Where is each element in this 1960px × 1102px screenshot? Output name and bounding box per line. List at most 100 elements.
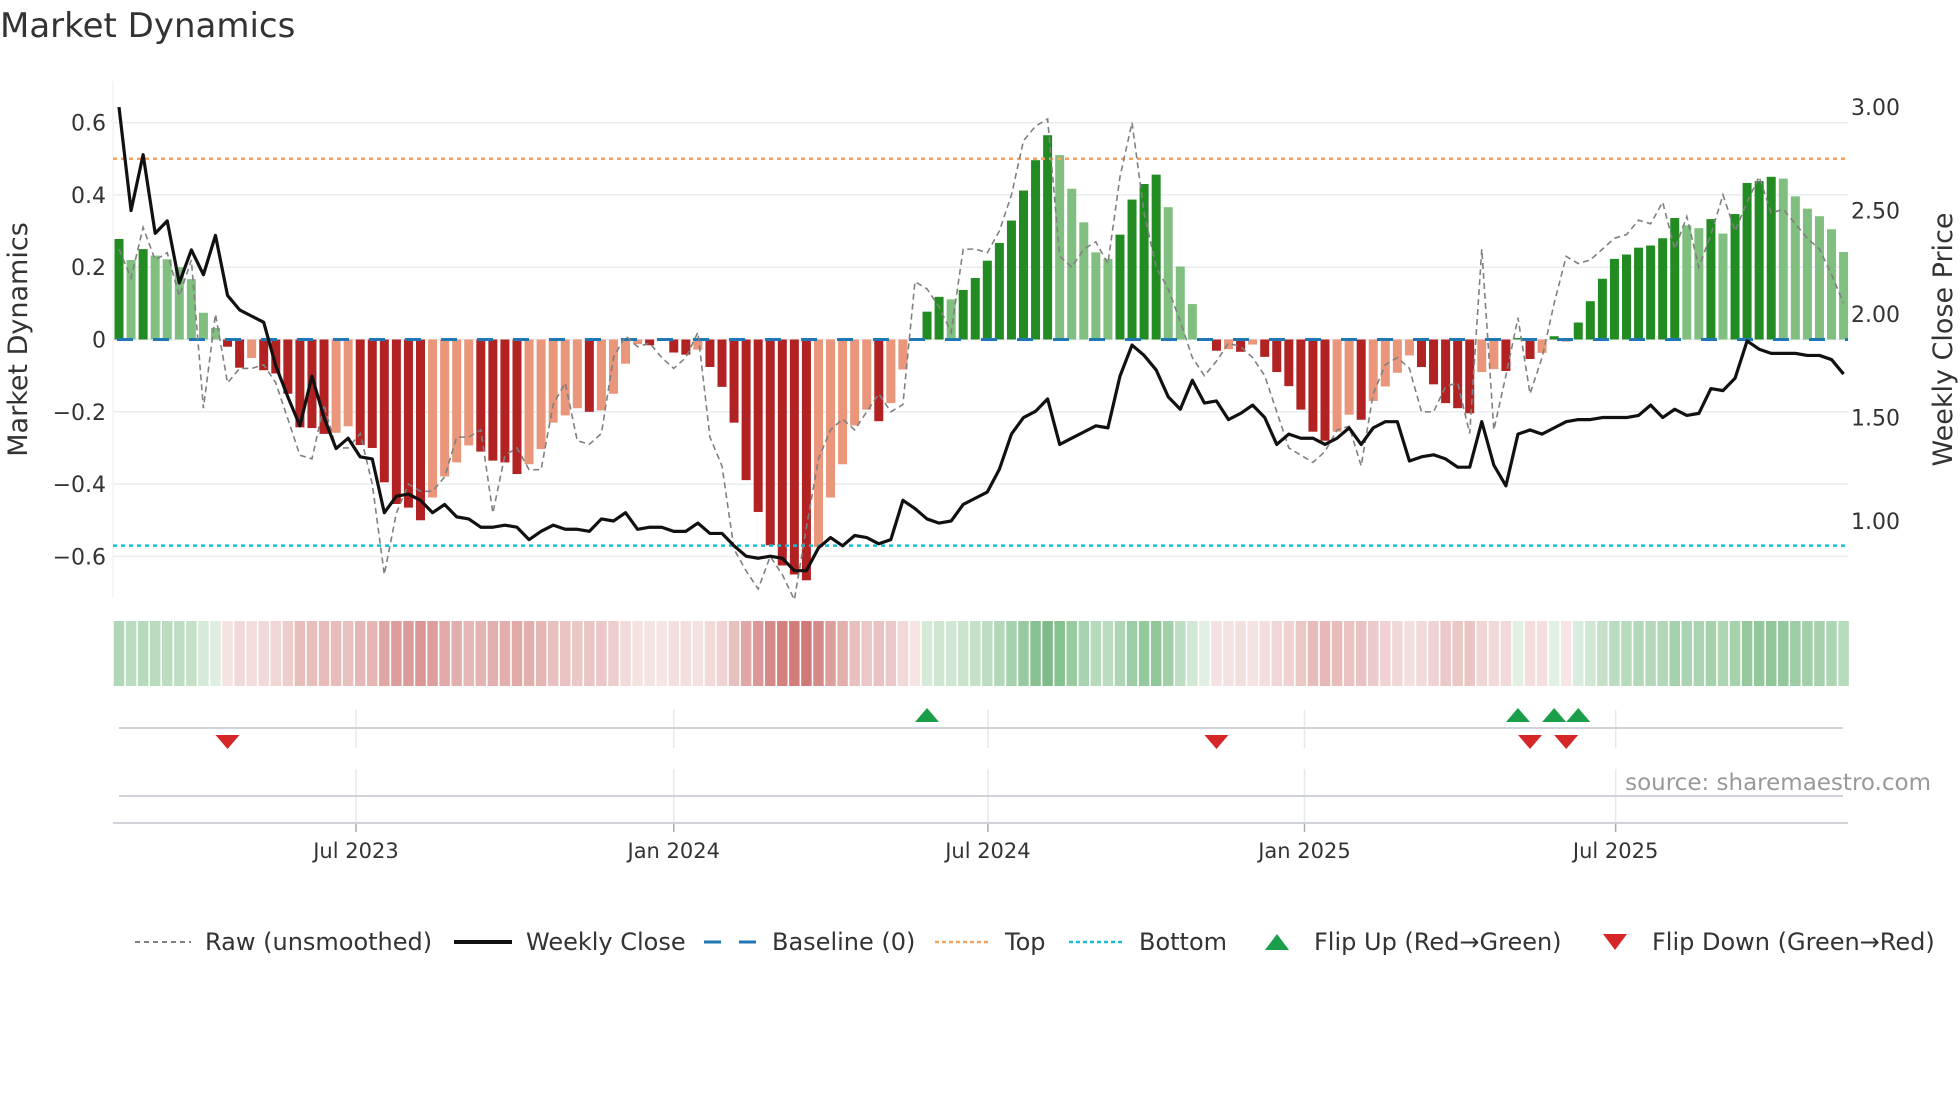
flip-down-marker — [1554, 735, 1579, 749]
heat-strip-cell — [1006, 621, 1017, 686]
dynamics-bar — [1706, 219, 1716, 340]
heat-strip-cell — [306, 621, 318, 686]
y-left-tick-label: 0.4 — [71, 184, 106, 209]
heat-strip-cell — [825, 621, 836, 686]
heat-strip-cell — [342, 621, 354, 686]
heat-strip-cell — [1597, 621, 1608, 686]
heat-strip-cell — [1790, 621, 1801, 686]
dynamics-bar — [1404, 339, 1414, 356]
heat-strip-cell — [1295, 621, 1307, 686]
heat-strip-cell — [1524, 621, 1536, 686]
heat-strip-cell — [1826, 621, 1837, 686]
x-tick-label: Jul 2025 — [1571, 839, 1658, 863]
heat-strip-cell — [1585, 621, 1596, 686]
heat-strip-cell — [1283, 621, 1295, 686]
heat-strip-cell — [1802, 621, 1813, 686]
heat-strip-cell — [584, 621, 595, 686]
heat-strip-cell — [680, 621, 692, 686]
heat-strip-cell — [403, 621, 414, 686]
heat-strip-cell — [1573, 621, 1584, 686]
heat-strip-cell — [692, 621, 704, 686]
legend-label-flip-up: Flip Up (Red→Green) — [1314, 928, 1562, 956]
dynamics-bar — [1115, 234, 1125, 340]
heat-strip-cell — [1645, 621, 1656, 686]
dynamics-bar — [1260, 339, 1270, 357]
heat-strip-cell — [716, 621, 728, 686]
heat-strip-cell — [1500, 621, 1512, 686]
heat-strip-cell — [1199, 621, 1210, 686]
heat-strip-cell — [837, 621, 848, 686]
y-right-tick-label: 2.00 — [1851, 303, 1900, 328]
heat-strip-cell — [801, 621, 812, 686]
dynamics-bar — [1103, 258, 1113, 340]
dynamics-bar — [874, 339, 884, 422]
legend-flip-down: Flip Down (Green→Red) — [1602, 922, 1935, 962]
y-right-tick-label: 3.00 — [1851, 96, 1900, 121]
heat-strip-cell — [765, 621, 776, 686]
heat-strip-cell — [1464, 621, 1475, 686]
dynamics-bar — [1284, 339, 1294, 387]
flip-up-marker — [1566, 708, 1591, 722]
dynamics-bar — [1079, 222, 1089, 340]
heat-strip-cell — [1404, 621, 1415, 686]
dynamics-bar — [934, 296, 944, 340]
heat-strip-cell — [1609, 621, 1620, 686]
heat-strip-cell — [1765, 621, 1777, 686]
heat-strip-cell — [234, 621, 245, 686]
heat-strip-cell — [1187, 621, 1198, 686]
dynamics-bar — [1019, 190, 1028, 340]
heat-strip-cell — [668, 621, 679, 686]
heat-strip-cell — [559, 621, 571, 686]
heat-strip-cell — [137, 621, 149, 686]
heat-strip-cell — [1355, 621, 1367, 686]
dynamics-bar — [1211, 339, 1221, 351]
heat-strip-cell — [379, 621, 390, 686]
dynamics-bar — [765, 339, 775, 546]
dynamics-bar — [367, 339, 377, 448]
dynamics-bar — [994, 242, 1004, 340]
dynamics-bar — [1694, 228, 1704, 340]
heat-strip-cell — [1452, 621, 1463, 686]
heat-strip-cell — [1307, 621, 1319, 686]
heat-strip-cell — [391, 621, 402, 686]
dynamics-bar — [391, 339, 401, 504]
dynamics-bar — [247, 339, 257, 358]
raw-line-swatch — [135, 941, 191, 943]
heat-strip-cell — [608, 621, 619, 686]
dynamics-bar — [970, 278, 980, 340]
heat-strip-cell — [1681, 621, 1693, 686]
dynamics-bar — [235, 339, 245, 368]
dynamics-bar — [982, 260, 992, 340]
triangle-down-icon — [1603, 934, 1627, 950]
heat-strip-cell — [1138, 621, 1150, 686]
heat-strip-cell — [294, 621, 306, 686]
heat-strip-cell — [1669, 621, 1680, 686]
dynamics-bar — [1416, 339, 1426, 367]
legend-top: Top — [935, 922, 1046, 962]
dynamics-bar — [886, 339, 896, 404]
heat-strip-cell — [644, 621, 655, 686]
dynamics-bar — [1827, 229, 1837, 340]
dynamics-bar — [862, 339, 872, 410]
dynamics-bar — [753, 339, 763, 512]
heat-strip-cell — [1066, 621, 1077, 686]
dynamics-bar — [693, 339, 703, 350]
heat-strip-cell — [1235, 621, 1246, 686]
dynamics-bar — [560, 339, 570, 416]
dynamics-bar — [813, 339, 823, 548]
heat-strip-cell — [1657, 621, 1668, 686]
heat-strip-cell — [1042, 621, 1053, 686]
heat-strip-cell — [777, 621, 788, 686]
heat-strip-cell — [427, 621, 438, 686]
dynamics-bar — [850, 339, 860, 426]
dynamics-bar — [1814, 216, 1824, 340]
heat-strip-cell — [1536, 621, 1548, 686]
y-left-tick-label: −0.4 — [53, 473, 106, 498]
dynamics-bar — [343, 339, 353, 427]
heat-strip-cell — [1778, 621, 1789, 686]
heat-strip-cell — [728, 621, 740, 686]
dynamics-bar — [1597, 278, 1607, 340]
y-right-tick-label: 2.50 — [1851, 200, 1900, 225]
dynamics-bar — [1091, 252, 1101, 340]
heat-strip-cell — [198, 621, 209, 686]
